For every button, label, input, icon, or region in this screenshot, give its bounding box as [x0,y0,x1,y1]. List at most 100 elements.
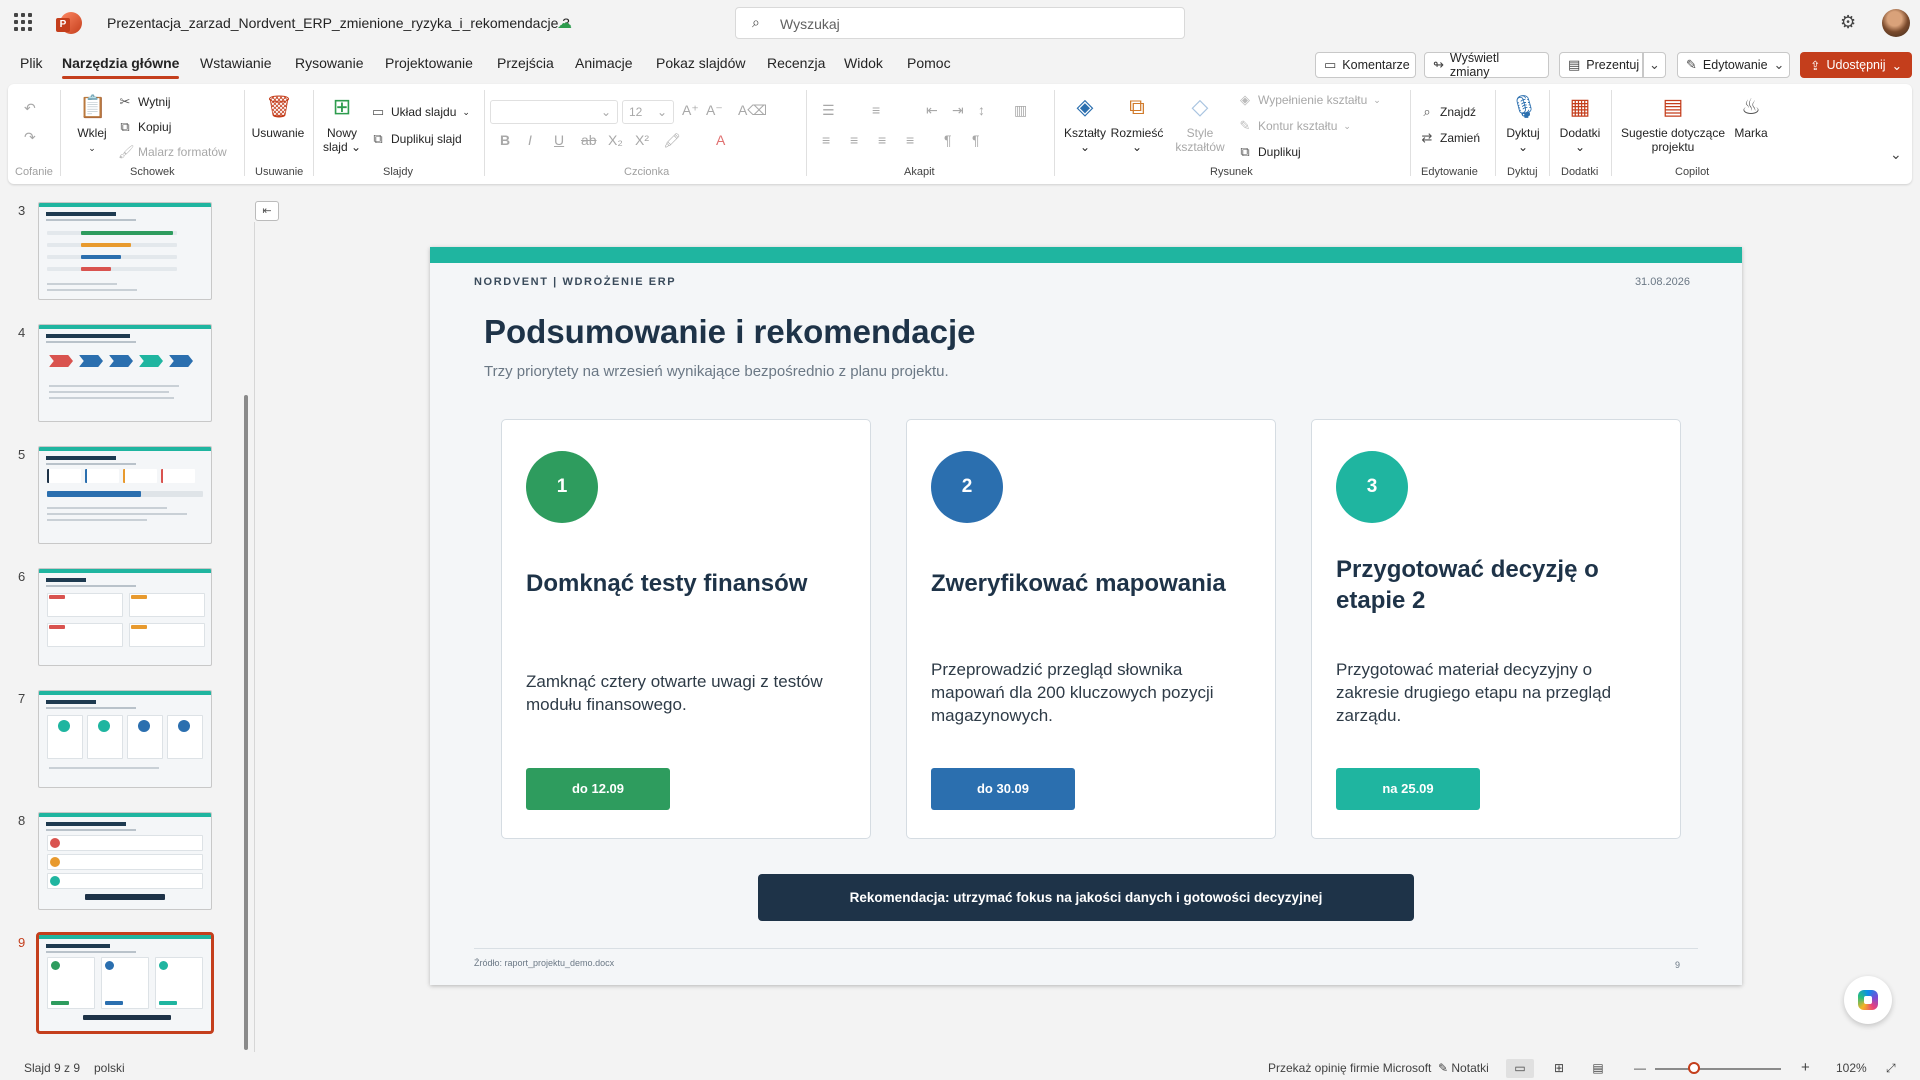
cut-button[interactable]: ✂ Wytnij [118,94,171,110]
numbering-icon[interactable]: ≡ [872,102,880,118]
redo-icon[interactable]: ↷ [24,129,36,146]
thumbnail-scrollbar[interactable] [244,395,248,1050]
slide-sorter-icon[interactable]: ⊞ [1545,1059,1573,1078]
slide-thumbnail-9[interactable] [36,932,214,1034]
slide-thumbnail-3[interactable] [38,202,212,300]
editing-mode-button[interactable]: ✎ Edytowanie ⌄ [1677,52,1790,78]
font-family-select[interactable]: ⌄ [490,100,618,124]
priority-card-2[interactable]: 2 Zweryfikować mapowania Przeprowadzić p… [906,419,1276,839]
bold-icon[interactable]: B [500,132,510,148]
rtl-icon[interactable]: ¶ [972,132,980,148]
clear-format-icon[interactable]: A⌫ [738,102,767,119]
app-launcher-icon[interactable] [14,13,32,31]
slide-thumbnail-5[interactable] [38,446,212,544]
slide-thumbnail-4[interactable] [38,324,212,422]
document-title[interactable]: Prezentacja_zarzad_Nordvent_ERP_zmienion… [107,15,570,31]
search-input[interactable]: ⌕ Wyszukaj [735,7,1185,39]
zoom-in-icon[interactable]: + [1801,1059,1810,1076]
arrange-button[interactable]: ⧉ Rozmieść ⌄ [1110,94,1164,154]
replace-button[interactable]: ⇄ Zamień [1420,130,1480,146]
zoom-level[interactable]: 102% [1836,1061,1867,1075]
new-slide-button[interactable]: ⊞ Nowy slajd ⌄ [320,94,364,154]
addins-button[interactable]: ▦ Dodatki ⌄ [1556,94,1604,154]
justify-icon[interactable]: ≡ [906,132,914,148]
tab-transitions[interactable]: Przejścia [497,55,554,71]
dictate-button[interactable]: 🎙 Dyktuj ⌄ [1502,94,1544,154]
present-dropdown[interactable]: ⌄ [1643,52,1666,78]
align-center-icon[interactable]: ≡ [850,132,858,148]
show-changes-button[interactable]: ↬ Wyświetl zmiany [1424,51,1549,79]
zoom-out-icon[interactable]: — [1634,1061,1646,1075]
strikethrough-icon[interactable]: ab [581,132,597,148]
font-color-icon[interactable]: A [716,132,725,148]
cloud-saved-icon[interactable]: ☁ [557,14,575,32]
font-size-select[interactable]: 12 ⌄ [622,100,674,124]
shape-styles-button[interactable]: ◇ Style kształtów [1168,94,1232,154]
slide-title[interactable]: Podsumowanie i rekomendacje [484,313,976,351]
ribbon-collapse-icon[interactable]: ⌄ [1890,146,1902,163]
find-button[interactable]: ⌕ Znajdź [1420,104,1476,120]
feedback-link[interactable]: Przekaż opinię firmie Microsoft [1268,1061,1431,1075]
priority-card-3[interactable]: 3 Przygotować decyzję o etapie 2 Przygot… [1311,419,1681,839]
superscript-icon[interactable]: X² [635,132,649,148]
fit-to-window-icon[interactable]: ⤢ [1886,1061,1896,1076]
slide-canvas[interactable]: NORDVENT | WDROŻENIE ERP 31.08.2026 Pods… [430,247,1742,985]
tab-insert[interactable]: Wstawianie [200,55,272,71]
bullets-icon[interactable]: ☰ [822,102,835,119]
columns-icon[interactable]: ▥ [1014,102,1027,119]
tab-design[interactable]: Projektowanie [385,55,473,71]
copilot-icon[interactable] [1844,976,1892,1024]
grow-font-icon[interactable]: A⁺ [682,102,699,119]
zoom-slider-thumb[interactable] [1688,1062,1700,1074]
tab-view[interactable]: Widok [844,55,883,71]
tab-animations[interactable]: Animacje [575,55,633,71]
undo-icon[interactable]: ↶ [24,100,36,117]
tab-home[interactable]: Narzędzia główne [62,55,180,79]
tab-draw[interactable]: Rysowanie [295,55,363,71]
priority-card-1[interactable]: 1 Domknąć testy finansów Zamknąć cztery … [501,419,871,839]
align-right-icon[interactable]: ≡ [878,132,886,148]
zoom-slider[interactable] [1655,1068,1781,1070]
copy-button[interactable]: ⧉ Kopiuj [118,119,171,135]
layout-button[interactable]: ▭ Układ slajdu ⌄ [371,104,470,120]
collapse-pane-icon[interactable]: ⇤ [255,201,279,221]
recommendation-banner[interactable]: Rekomendacja: utrzymać fokus na jakości … [758,874,1414,921]
settings-gear-icon[interactable]: ⚙ [1840,12,1856,33]
slide-thumbnail-8[interactable] [38,812,212,910]
present-button[interactable]: ▤ Prezentuj [1559,52,1643,78]
duplicate-slide-button[interactable]: ⧉ Duplikuj slajd [371,131,461,147]
text-direction-icon[interactable]: ¶ [944,132,952,148]
line-spacing-icon[interactable]: ↕ [978,102,985,118]
slide-thumbnail-6[interactable] [38,568,212,666]
user-avatar[interactable] [1882,9,1910,37]
shrink-font-icon[interactable]: A⁻ [706,102,723,119]
brand-button[interactable]: ♨ Marka [1730,94,1772,140]
slide-thumbnail-7[interactable] [38,690,212,788]
tab-help[interactable]: Pomoc [907,55,951,71]
underline-icon[interactable]: U [554,132,564,148]
decrease-indent-icon[interactable]: ⇤ [926,102,938,119]
slide-subtitle[interactable]: Trzy priorytety na wrzesień wynikające b… [484,363,949,380]
increase-indent-icon[interactable]: ⇥ [952,102,964,119]
language-indicator[interactable]: polski [94,1061,125,1075]
tab-review[interactable]: Recenzja [767,55,825,71]
share-button[interactable]: ⇪ Udostępnij ⌄ [1800,52,1912,78]
tab-file[interactable]: Plik [20,55,43,71]
paste-button[interactable]: 📋 Wklej ⌄ [70,94,114,155]
subscript-icon[interactable]: X₂ [608,132,623,148]
shapes-button[interactable]: ◈ Kształty ⌄ [1062,94,1108,154]
duplicate-button[interactable]: ⧉ Duplikuj [1238,144,1300,160]
normal-view-icon[interactable]: ▭ [1506,1059,1534,1078]
highlight-icon[interactable]: 🖍 [663,132,681,149]
italic-icon[interactable]: I [528,132,532,148]
notes-button[interactable]: ✎ Notatki [1438,1061,1489,1075]
comments-button[interactable]: ▭ Komentarze [1315,52,1416,78]
tab-slideshow[interactable]: Pokaz slajdów [656,55,746,71]
format-painter-button[interactable]: 🖌 Malarz formatów [118,144,227,160]
align-left-icon[interactable]: ≡ [822,132,830,148]
shape-fill-button[interactable]: ◈ Wypełnienie kształtu ⌄ [1238,92,1381,108]
reading-view-icon[interactable]: ▤ [1584,1059,1612,1078]
design-suggestions-button[interactable]: ▤ Sugestie dotyczące projektu [1618,94,1728,154]
shape-outline-button[interactable]: ✎ Kontur kształtu ⌄ [1238,118,1351,134]
delete-button[interactable]: 🗑 Usuwanie [250,94,306,140]
